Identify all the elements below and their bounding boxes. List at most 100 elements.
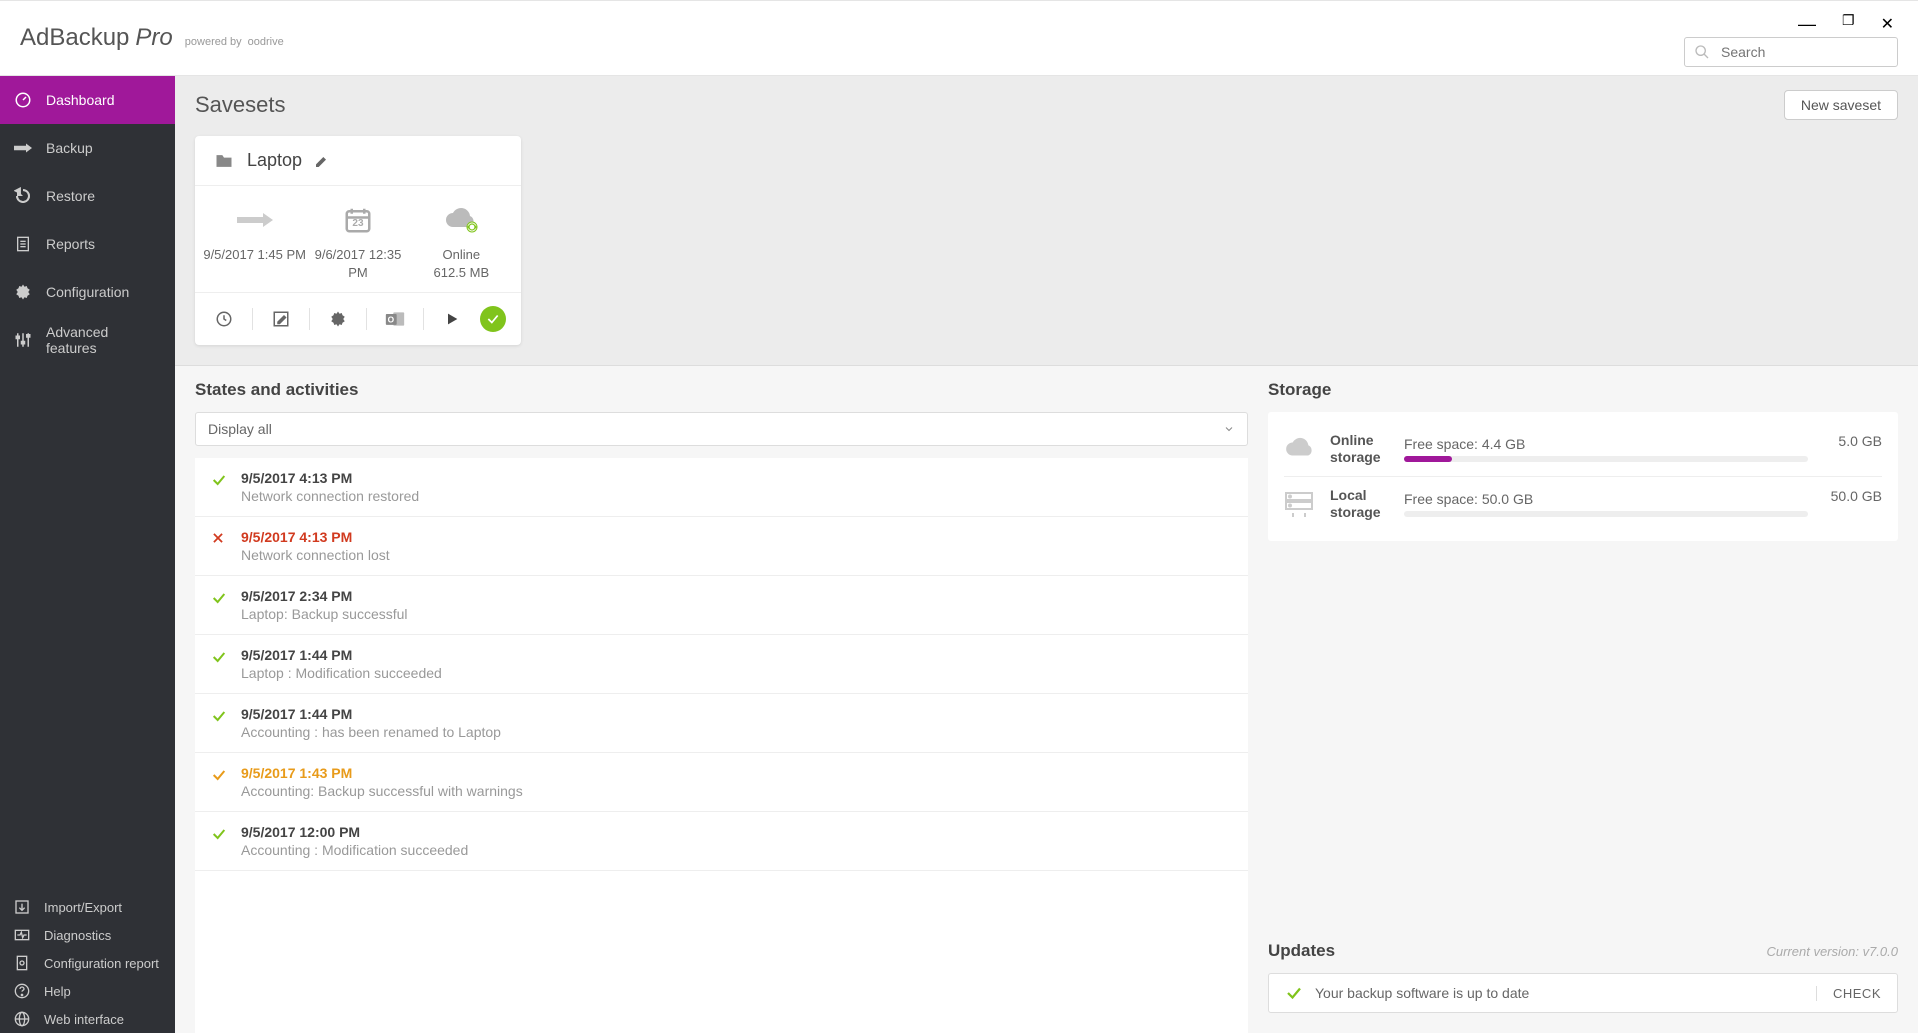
online-storage-icon	[1284, 437, 1316, 461]
activity-row[interactable]: 9/5/2017 2:34 PM Laptop: Backup successfu…	[195, 576, 1248, 635]
nav-item-backup[interactable]: Backup	[0, 124, 175, 172]
bottom-item-config-report[interactable]: Configuration report	[0, 949, 175, 977]
minimize-button[interactable]: —	[1798, 14, 1816, 35]
advanced-icon	[14, 331, 32, 349]
activity-row[interactable]: 9/5/2017 12:00 PM Accounting : Modificati…	[195, 812, 1248, 871]
nav-label: Configuration	[46, 284, 129, 300]
nav-item-advanced[interactable]: Advanced features	[0, 316, 175, 364]
calendar-icon: 23	[343, 204, 373, 236]
settings-icon[interactable]	[324, 305, 352, 333]
reports-icon	[14, 235, 32, 253]
history-icon[interactable]	[210, 305, 238, 333]
arrow-right-icon	[237, 204, 273, 236]
storage-total: 5.0 GB	[1822, 433, 1882, 449]
status-ok-icon	[211, 826, 229, 842]
check-ok-icon	[1285, 984, 1303, 1002]
local-storage-icon	[1284, 491, 1316, 517]
activity-time: 9/5/2017 1:44 PM	[241, 647, 1232, 663]
status-size: 612.5 MB	[433, 264, 489, 282]
web-interface-icon	[14, 1011, 30, 1027]
storage-label: Local storage	[1330, 487, 1390, 521]
bottom-item-import-export[interactable]: Import/Export	[0, 893, 175, 921]
storage-free-text: Free space: 50.0 GB	[1404, 491, 1808, 507]
nav-item-configuration[interactable]: Configuration	[0, 268, 175, 316]
edit-icon[interactable]	[314, 153, 330, 169]
search-icon	[1694, 44, 1710, 60]
activity-row[interactable]: 9/5/2017 1:43 PM Accounting: Backup succe…	[195, 753, 1248, 812]
nav-label: Advanced features	[46, 324, 161, 356]
activity-time: 9/5/2017 4:13 PM	[241, 529, 1232, 545]
bottom-label: Help	[44, 984, 71, 999]
savesets-title: Savesets	[195, 92, 286, 118]
status-ok-icon	[211, 649, 229, 665]
backup-icon	[14, 139, 32, 157]
outlook-icon[interactable]: O	[381, 305, 409, 333]
activity-time: 9/5/2017 4:13 PM	[241, 470, 1232, 486]
edit-action-icon[interactable]	[267, 305, 295, 333]
activity-filter-select[interactable]: Display all	[195, 412, 1248, 446]
powered-by-brand: oodrive	[248, 36, 284, 48]
activities-panel: States and activities Display all 9/5/20…	[175, 366, 1258, 1033]
updates-title: Updates	[1268, 941, 1335, 961]
play-icon[interactable]	[438, 305, 466, 333]
activity-row[interactable]: 9/5/2017 4:13 PM Network connection lost	[195, 517, 1248, 576]
storage-total: 50.0 GB	[1822, 488, 1882, 504]
update-message: Your backup software is up to date	[1315, 985, 1529, 1001]
bottom-label: Web interface	[44, 1012, 124, 1027]
activity-row[interactable]: 9/5/2017 1:44 PM Laptop : Modification su…	[195, 635, 1248, 694]
nav-label: Reports	[46, 236, 95, 252]
bottom-item-help[interactable]: Help	[0, 977, 175, 1005]
nav-item-reports[interactable]: Reports	[0, 220, 175, 268]
brand: AdBackup Pro powered by oodrive	[20, 24, 284, 52]
nav-item-dashboard[interactable]: Dashboard	[0, 76, 175, 124]
activity-desc: Network connection lost	[241, 547, 1232, 563]
updates-section: Updates Current version: v7.0.0 Your bac…	[1268, 941, 1898, 1033]
activity-time: 9/5/2017 1:44 PM	[241, 706, 1232, 722]
folder-icon	[213, 151, 235, 171]
restore-icon	[14, 187, 32, 205]
cloud-sync-icon	[444, 204, 478, 236]
status-ok-icon	[211, 590, 229, 606]
right-panel: Storage Online storageFree space: 4.4 GB…	[1258, 366, 1918, 1033]
activity-time: 9/5/2017 12:00 PM	[241, 824, 1232, 840]
svg-text:O: O	[388, 315, 395, 325]
maximize-button[interactable]: ❐	[1842, 12, 1855, 33]
bottom-label: Configuration report	[44, 956, 159, 971]
activity-desc: Laptop : Modification succeeded	[241, 665, 1232, 681]
activity-desc: Accounting: Backup successful with warni…	[241, 783, 1232, 799]
storage-bar	[1404, 511, 1808, 517]
dashboard-icon	[14, 91, 32, 109]
status-ok-icon	[211, 708, 229, 724]
new-saveset-button[interactable]: New saveset	[1784, 90, 1898, 120]
stat-status: Online 612.5 MB	[410, 204, 513, 282]
activity-list[interactable]: 9/5/2017 4:13 PM Network connection resto…	[195, 458, 1248, 1033]
activity-time: 9/5/2017 1:43 PM	[241, 765, 1232, 781]
sidebar: DashboardBackup Restore Reports Configurati…	[0, 76, 175, 1033]
chevron-down-icon	[1223, 423, 1235, 435]
version-label: Current version: v7.0.0	[1766, 944, 1898, 959]
activity-filter-value: Display all	[208, 421, 272, 437]
check-updates-button[interactable]: CHECK	[1816, 986, 1881, 1001]
activity-row[interactable]: 9/5/2017 4:13 PM Network connection resto…	[195, 458, 1248, 517]
activity-desc: Accounting : has been renamed to Laptop	[241, 724, 1232, 740]
close-button[interactable]: ✕	[1881, 14, 1894, 35]
import-export-icon	[14, 899, 30, 915]
saveset-card[interactable]: Laptop 9/5/2017 1:45 PM 23 9	[195, 136, 521, 345]
brand-pro: Pro	[135, 24, 172, 52]
savesets-section: Savesets New saveset Laptop 9/5/2017 1:4…	[175, 76, 1918, 366]
bottom-label: Import/Export	[44, 900, 122, 915]
config-report-icon	[14, 955, 30, 971]
activity-desc: Accounting : Modification succeeded	[241, 842, 1232, 858]
activity-desc: Laptop: Backup successful	[241, 606, 1232, 622]
status-ok-icon	[211, 472, 229, 488]
activity-time: 9/5/2017 2:34 PM	[241, 588, 1232, 604]
activity-desc: Network connection restored	[241, 488, 1232, 504]
storage-free-text: Free space: 4.4 GB	[1404, 436, 1808, 452]
bottom-item-diagnostics[interactable]: Diagnostics	[0, 921, 175, 949]
app-header: AdBackup Pro powered by oodrive	[0, 0, 1918, 76]
bottom-item-web-interface[interactable]: Web interface	[0, 1005, 175, 1033]
nav-label: Restore	[46, 188, 95, 204]
activity-row[interactable]: 9/5/2017 1:44 PM Accounting : has been re…	[195, 694, 1248, 753]
update-status-box: Your backup software is up to date CHECK	[1268, 973, 1898, 1013]
nav-item-restore[interactable]: Restore	[0, 172, 175, 220]
